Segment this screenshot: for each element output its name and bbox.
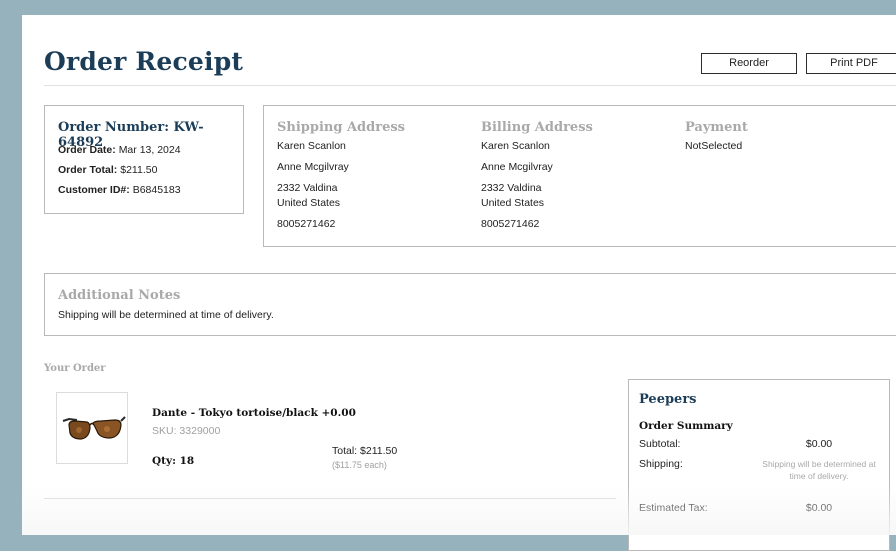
shipping-name-2: Anne Mcgilvray — [277, 161, 349, 173]
shipping-address: Shipping Address Karen Scanlon Anne Mcgi… — [277, 120, 405, 232]
order-date-label: Order Date: — [58, 144, 116, 156]
order-summary-heading: Order Summary — [639, 420, 733, 432]
order-info-card: Order Number: KW-64892 Order Date: Mar 1… — [44, 105, 244, 214]
address-card: Shipping Address Karen Scanlon Anne Mcgi… — [263, 105, 896, 247]
shipping-name: Karen Scanlon — [277, 140, 346, 152]
payment-heading: Payment — [685, 120, 748, 135]
order-total-row: Order Total: $211.50 — [58, 164, 157, 176]
subtotal-label: Subtotal: — [639, 438, 681, 450]
tax-value: $0.00 — [805, 502, 833, 514]
item-total: Total: $211.50 — [332, 445, 398, 457]
shipping-country: United States — [277, 197, 341, 209]
billing-heading: Billing Address — [481, 120, 593, 135]
shipping-heading: Shipping Address — [277, 120, 405, 135]
notes-heading: Additional Notes — [58, 288, 181, 303]
customer-id-label: Customer ID#: — [58, 184, 130, 196]
header-divider — [44, 85, 896, 86]
notes-text: Shipping will be determined at time of d… — [58, 309, 274, 321]
order-date-row: Order Date: Mar 13, 2024 — [58, 144, 181, 156]
payment-value: NotSelected — [685, 140, 743, 152]
billing-country: United States — [481, 197, 545, 209]
item-name[interactable]: Dante - Tokyo tortoise/black +0.00 — [152, 407, 356, 419]
billing-name: Karen Scanlon — [481, 140, 550, 152]
customer-id-value: B6845183 — [132, 184, 181, 196]
order-total-label: Order Total: — [58, 164, 118, 176]
receipt-page: Order Receipt Reorder Print PDF Order Nu… — [22, 15, 896, 551]
billing-street: 2332 Valdina — [481, 182, 542, 194]
eyeglasses-icon — [62, 416, 126, 440]
shipping-street: 2332 Valdina — [277, 182, 338, 194]
billing-phone: 8005271462 — [481, 218, 540, 230]
billing-address: Billing Address Karen Scanlon Anne Mcgil… — [481, 120, 593, 232]
shipping-note: Shipping will be determined at time of d… — [762, 459, 876, 481]
billing-name-2: Anne Mcgilvray — [481, 161, 553, 173]
shipping-label: Shipping: — [639, 458, 683, 470]
item-divider — [44, 498, 616, 499]
brand-name: Peepers — [639, 392, 697, 407]
payment-info: Payment NotSelected — [685, 120, 748, 154]
subtotal-value: $0.00 — [805, 438, 833, 450]
order-summary-card: Peepers Order Summary Subtotal: $0.00 Sh… — [628, 379, 890, 551]
additional-notes-card: Additional Notes Shipping will be determ… — [44, 273, 896, 336]
item-unit-price: ($11.75 each) — [332, 460, 387, 470]
item-sku: SKU: 3329000 — [152, 425, 221, 437]
order-total-value: $211.50 — [120, 164, 158, 176]
shipping-phone: 8005271462 — [277, 218, 336, 230]
your-order-heading: Your Order — [44, 363, 106, 374]
tax-label: Estimated Tax: — [639, 502, 708, 514]
print-pdf-button[interactable]: Print PDF — [806, 53, 896, 74]
order-date-value: Mar 13, 2024 — [118, 144, 181, 156]
reorder-button[interactable]: Reorder — [701, 53, 797, 74]
page-title: Order Receipt — [44, 47, 244, 76]
customer-id-row: Customer ID#: B6845183 — [58, 184, 181, 196]
item-quantity: Qty: 18 — [152, 455, 195, 467]
eyeglasses-thumbnail[interactable] — [56, 392, 128, 464]
